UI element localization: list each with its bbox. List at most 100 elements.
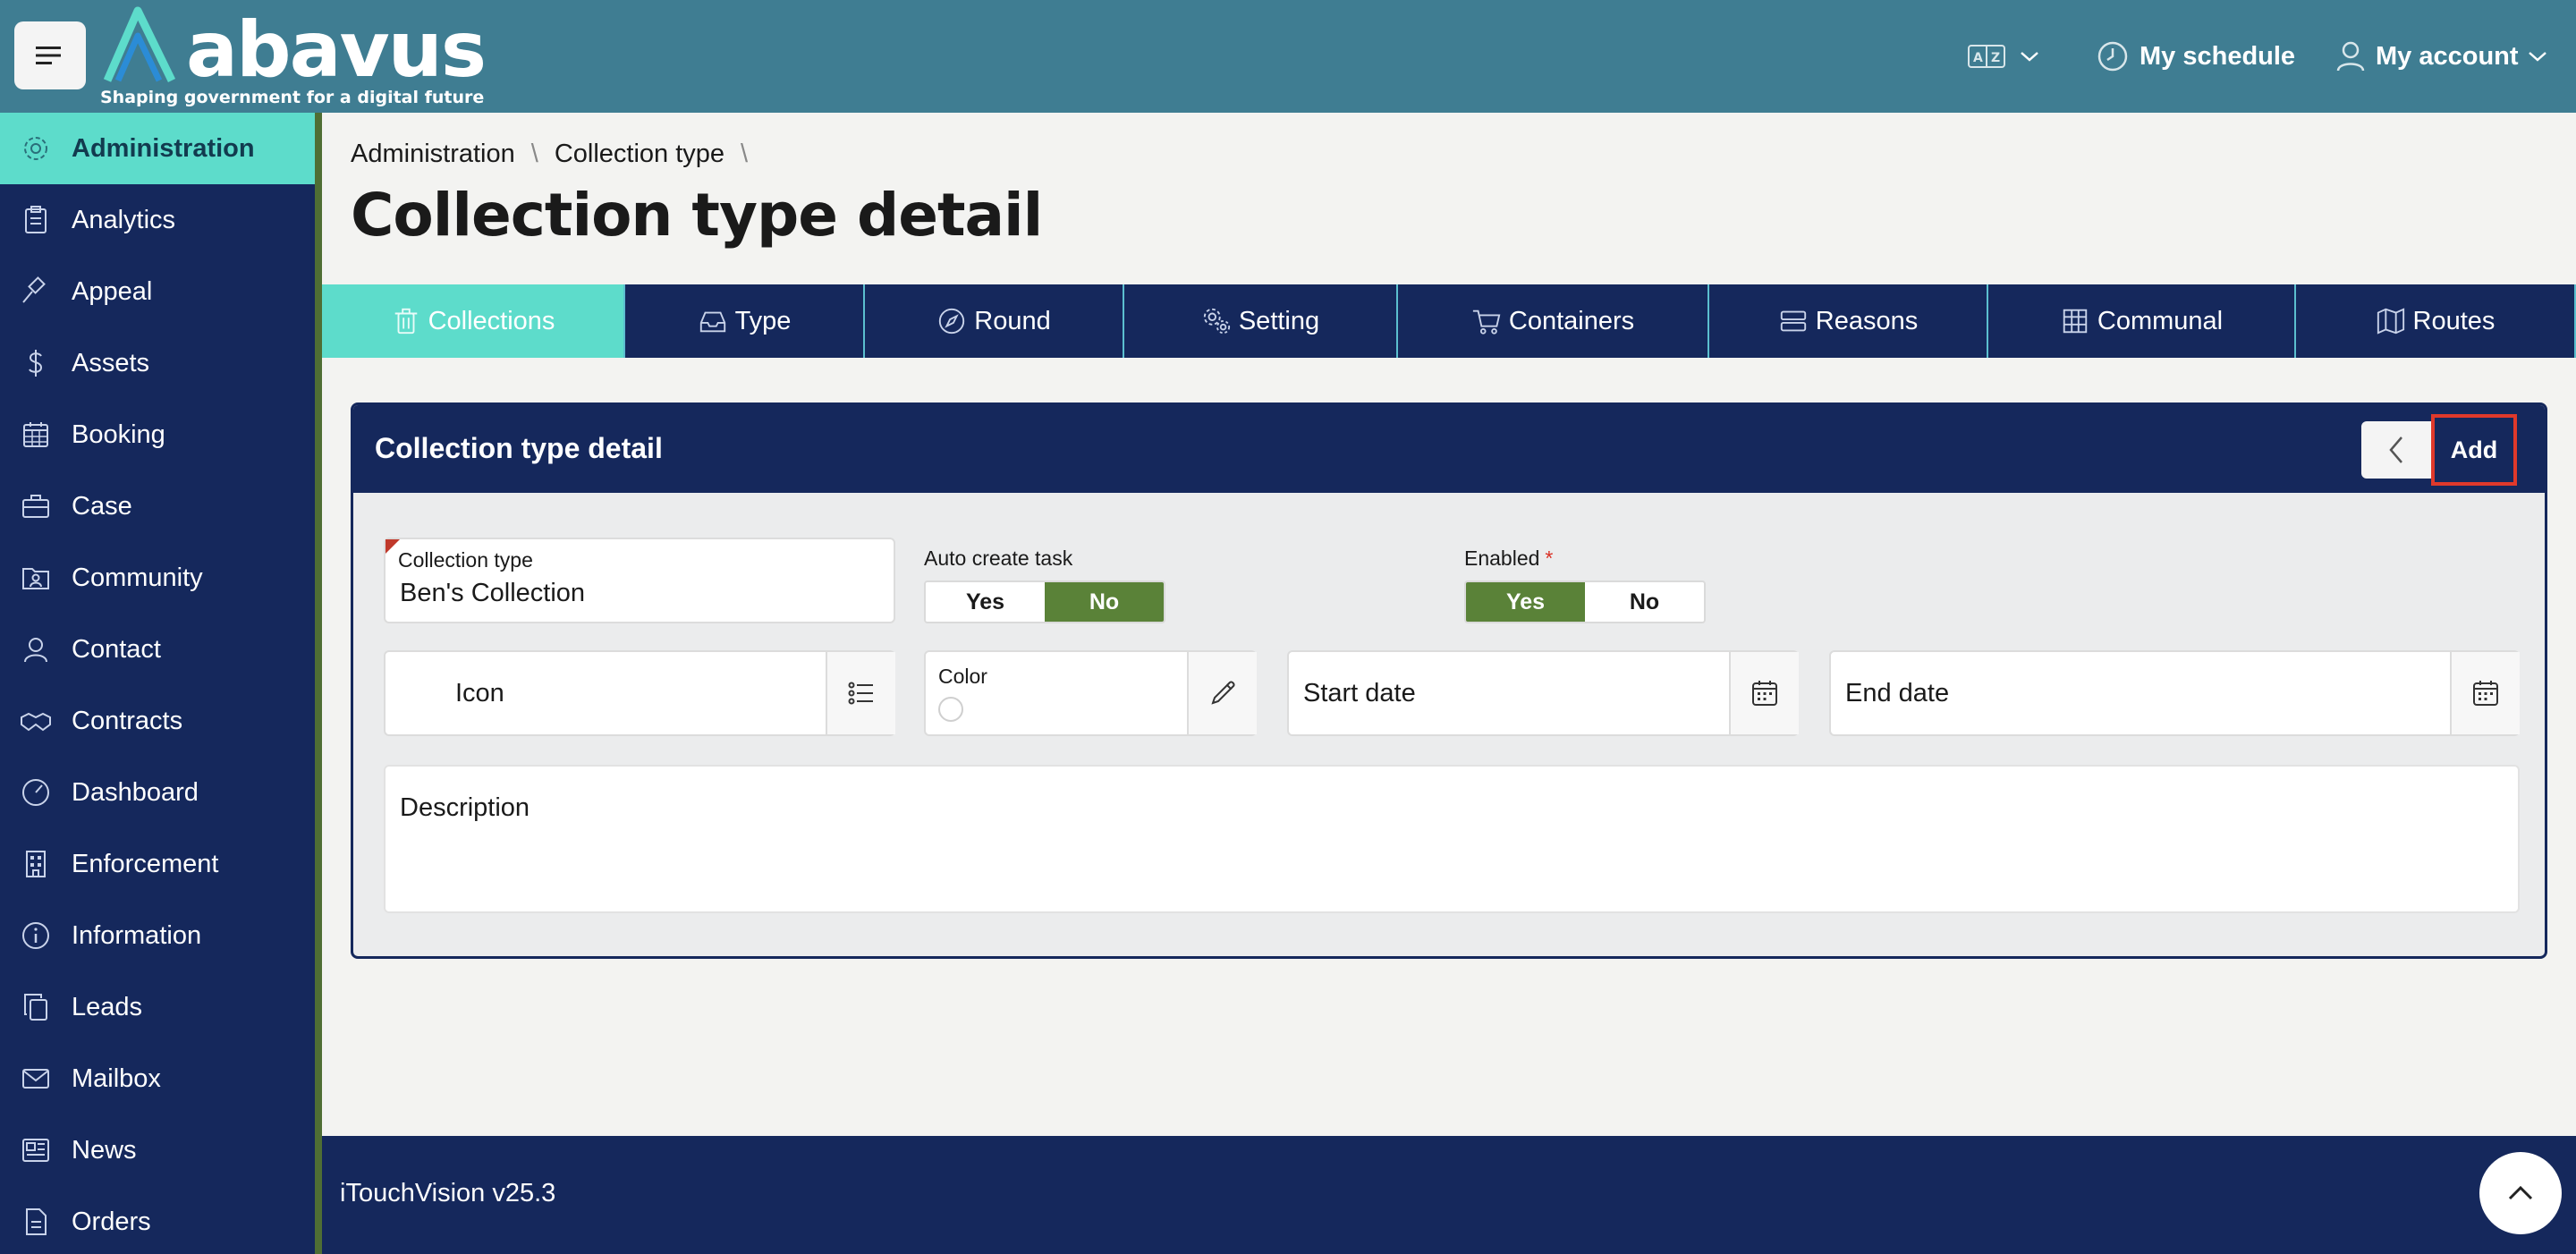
back-button[interactable]	[2361, 421, 2431, 479]
footer: iTouchVision v25.3	[322, 1136, 2576, 1254]
sidebar-icon-wrap	[18, 274, 54, 309]
sidebar-item-dashboard[interactable]: Dashboard	[0, 757, 315, 828]
language-selector[interactable]: AZ	[1968, 36, 2052, 77]
sidebar-item-label: Dashboard	[72, 777, 199, 807]
breadcrumb-collection-type[interactable]: Collection type	[555, 140, 724, 169]
sidebar-icon-wrap	[18, 631, 54, 667]
hamburger-icon	[36, 47, 61, 64]
sidebar-item-label: Booking	[72, 419, 165, 449]
tab-reasons[interactable]: Reasons	[1709, 284, 1988, 358]
collection-type-panel: Collection type detail Add Collection ty…	[351, 402, 2547, 959]
sidebar-icon-wrap	[18, 202, 54, 238]
tab-routes[interactable]: Routes	[2296, 284, 2576, 358]
sidebar-item-label: Case	[72, 491, 132, 521]
sidebar-item-orders[interactable]: Orders	[0, 1186, 315, 1254]
sidebar-item-mailbox[interactable]: Mailbox	[0, 1043, 315, 1114]
gauge-icon	[22, 779, 49, 806]
tab-label: Type	[734, 306, 792, 335]
sidebar-item-case[interactable]: Case	[0, 470, 315, 542]
abavus-logo[interactable]: abavus Shaping government for a digital …	[97, 4, 487, 109]
tab-setting[interactable]: Setting	[1124, 284, 1398, 358]
tab-label: Communal	[2097, 306, 2224, 335]
sidebar-item-administration[interactable]: Administration	[0, 113, 315, 184]
icon-picker-button[interactable]	[826, 652, 895, 734]
auto-create-task-yes[interactable]: Yes	[926, 582, 1045, 622]
end-date-field[interactable]: End date	[1829, 650, 2520, 736]
sidebar-item-news[interactable]: News	[0, 1114, 315, 1186]
start-date-calendar-button[interactable]	[1729, 652, 1799, 734]
abavus-logo-mark-icon	[103, 6, 176, 82]
enabled-no[interactable]: No	[1585, 582, 1704, 622]
breadcrumb-separator: \	[530, 140, 538, 168]
end-date-calendar-button[interactable]	[2450, 652, 2520, 734]
description-field[interactable]: Description	[384, 765, 2520, 913]
sidebar-icon-wrap	[18, 560, 54, 596]
dollar-icon	[29, 350, 43, 377]
panel-header: Collection type detail Add	[353, 405, 2545, 493]
tab-round[interactable]: Round	[865, 284, 1124, 358]
chevron-up-icon	[2508, 1185, 2533, 1200]
chevron-left-icon	[2389, 436, 2402, 463]
sidebar-item-appeal[interactable]: Appeal	[0, 256, 315, 327]
page-title: Collection type detail	[351, 181, 1043, 250]
list-bars-icon	[1780, 310, 1806, 332]
color-picker-button[interactable]	[1187, 652, 1257, 734]
sidebar-item-assets[interactable]: Assets	[0, 327, 315, 399]
clipboard-icon	[25, 206, 47, 233]
hamburger-menu-button[interactable]	[14, 21, 86, 89]
tab-label: Setting	[1238, 306, 1320, 335]
my-schedule-link[interactable]: My schedule	[2097, 36, 2295, 77]
user-icon	[2336, 41, 2365, 72]
sidebar-item-label: News	[72, 1135, 137, 1165]
collection-type-field[interactable]: Collection type Ben's Collection	[384, 538, 895, 623]
tab-bar: Collections Type Round Setting Containers Rea…	[322, 284, 2576, 358]
enabled-label: Enabled *	[1464, 547, 1553, 571]
sidebar-icon-wrap	[18, 345, 54, 381]
language-icon: AZ	[1968, 45, 2005, 68]
chevron-down-icon	[2021, 52, 2038, 62]
user-icon	[24, 638, 47, 663]
scroll-to-top-button[interactable]	[2479, 1152, 2562, 1234]
gavel-icon	[22, 276, 46, 303]
sidebar-item-label: Enforcement	[72, 849, 219, 878]
tab-collections[interactable]: Collections	[322, 284, 625, 358]
sidebar-item-information[interactable]: Information	[0, 900, 315, 971]
sidebar-scrollbar[interactable]	[315, 113, 322, 1254]
enabled-yes[interactable]: Yes	[1466, 582, 1585, 622]
enabled-label-text: Enabled	[1464, 547, 1540, 570]
sidebar-item-community[interactable]: Community	[0, 542, 315, 614]
icon-field[interactable]: Icon	[384, 650, 895, 736]
my-account-label: My account	[2376, 41, 2519, 71]
breadcrumb-administration[interactable]: Administration	[351, 140, 515, 169]
tab-type[interactable]: Type	[625, 284, 865, 358]
auto-create-task-toggle: Yes No	[924, 580, 1165, 623]
sidebar-item-leads[interactable]: Leads	[0, 971, 315, 1043]
start-date-field[interactable]: Start date	[1287, 650, 1799, 736]
sidebar-item-contracts[interactable]: Contracts	[0, 685, 315, 757]
color-swatch[interactable]	[938, 697, 963, 722]
sidebar-item-label: Mailbox	[72, 1063, 161, 1093]
start-date-placeholder: Start date	[1303, 679, 1416, 707]
sidebar-item-analytics[interactable]: Analytics	[0, 184, 315, 256]
info-icon	[22, 922, 49, 949]
tab-label: Round	[974, 306, 1051, 335]
color-field[interactable]: Color	[924, 650, 1257, 736]
add-button[interactable]: Add	[2431, 414, 2517, 486]
logo-tagline: Shaping government for a digital future	[100, 88, 485, 107]
tab-communal[interactable]: Communal	[1988, 284, 2296, 358]
sidebar-item-enforcement[interactable]: Enforcement	[0, 828, 315, 900]
building-icon	[26, 851, 46, 877]
sidebar-icon-wrap	[18, 1061, 54, 1097]
sidebar-icon-wrap	[18, 1204, 54, 1240]
collection-type-value[interactable]: Ben's Collection	[400, 579, 585, 608]
sidebar-icon-wrap	[18, 488, 54, 524]
auto-create-task-no[interactable]: No	[1045, 582, 1164, 622]
tab-label: Reasons	[1815, 306, 1919, 335]
tab-label: Collections	[428, 306, 555, 335]
sidebar-item-booking[interactable]: Booking	[0, 399, 315, 470]
end-date-placeholder: End date	[1845, 679, 1950, 707]
enabled-toggle: Yes No	[1464, 580, 1706, 623]
my-account-menu[interactable]: My account	[2336, 36, 2549, 77]
sidebar-item-contact[interactable]: Contact	[0, 614, 315, 685]
tab-containers[interactable]: Containers	[1398, 284, 1709, 358]
